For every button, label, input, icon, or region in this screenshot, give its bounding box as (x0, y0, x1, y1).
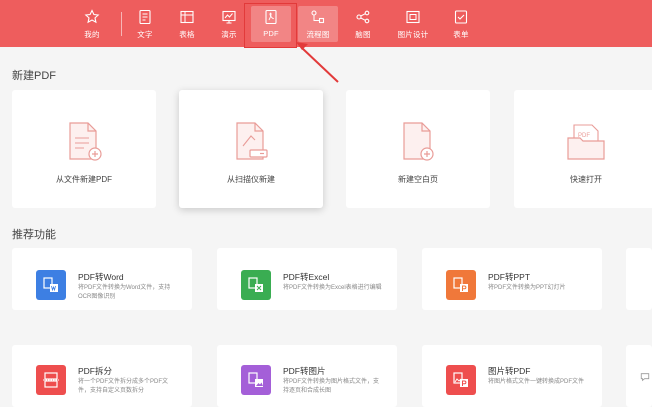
document-icon (139, 9, 151, 25)
feature-pdf-split[interactable]: PDF拆分 将一个PDF文件拆分成多个PDF文件，支持自定义页数拆分 (12, 345, 192, 407)
arrow-annotation (296, 42, 339, 83)
feature-title: 图片转PDF (488, 366, 531, 376)
pdf-to-ppt-icon (446, 270, 476, 300)
feature-title: PDF转Word (78, 272, 124, 282)
toolbar-item-label: 我的 (84, 30, 100, 39)
toolbar-item-mindmap[interactable]: 脑图 (343, 6, 383, 42)
card-label: 从扫描仪新建 (227, 175, 275, 184)
feature-pdf-to-ppt[interactable]: PDF转PPT 将PDF文件转换为PPT幻灯片 (422, 248, 602, 310)
feature-desc: 将图片格式文件一键转换成PDF文件 (488, 379, 585, 385)
card-label: 新建空白页 (398, 175, 438, 184)
feature-pdf-to-image[interactable]: PDF转图片 将PDF文件转换为图片格式文件，支持逐页和合成长图 (217, 345, 397, 407)
toolbar-item-label: 图片设计 (397, 30, 429, 39)
new-blank-page-card[interactable]: 新建空白页 (346, 90, 490, 208)
toolbar-item-slides[interactable]: 演示 (209, 6, 249, 42)
new-from-file-card[interactable]: 从文件新建PDF (12, 90, 156, 208)
feature-desc: 将PDF文件转换为Excel表格进行编辑 (283, 285, 382, 291)
toolbar-item-label: 表单 (453, 30, 469, 39)
toolbar-item-mine[interactable]: 我的 (72, 6, 112, 42)
pdf-folder-icon: PDF (567, 124, 605, 160)
pdf-split-icon (36, 365, 66, 395)
image-design-icon (406, 10, 420, 24)
feature-desc: 将一个PDF文件拆分成多个PDF文件，支持自定义页数拆分 (78, 379, 169, 394)
section-title-new-pdf: 新建PDF (12, 70, 56, 82)
section-title-recommended: 推荐功能 (12, 229, 56, 241)
feature-title: PDF转Excel (283, 272, 330, 282)
blank-page-plus-icon (403, 122, 434, 161)
new-from-scanner-card[interactable]: 从扫描仪新建 (179, 90, 323, 208)
quick-open-card[interactable]: PDF 快速打开 (514, 90, 652, 208)
file-plus-icon (69, 122, 102, 161)
card-label: 从文件新建PDF (56, 175, 112, 184)
feature-desc: 将PDF文件转换为PPT幻灯片 (488, 285, 566, 291)
feature-title: PDF转图片 (283, 366, 326, 376)
scanner-file-icon (236, 122, 268, 160)
feature-title: PDF转PPT (488, 272, 531, 282)
chat-icon[interactable] (638, 366, 652, 388)
pdf-to-excel-icon (241, 270, 271, 300)
toolbar-item-text[interactable]: 文字 (125, 6, 165, 42)
mindmap-icon (356, 10, 370, 24)
app-window: 我的 文字 表格 演示 PDF 流程图 脑图 图片设计 表单 新建PDF 从文件… (0, 0, 652, 407)
toolbar-item-sheet[interactable]: 表格 (167, 6, 207, 42)
pdf-to-image-icon (241, 365, 271, 395)
feature-pdf-to-word[interactable]: PDF转Word 将PDF文件转换为Word文件，支持OCR图像识别 (12, 248, 192, 310)
feature-desc: 将PDF文件转换为Word文件，支持OCR图像识别 (78, 285, 171, 300)
card-label: 快速打开 (570, 175, 602, 184)
flowchart-icon (311, 10, 325, 24)
toolbar-item-form[interactable]: 表单 (441, 6, 481, 42)
toolbar-item-image-design[interactable]: 图片设计 (391, 6, 435, 42)
toolbar-divider (121, 12, 122, 36)
presentation-icon (222, 10, 236, 24)
table-icon (180, 10, 194, 24)
toolbar-item-label: 表格 (179, 30, 195, 39)
feature-image-to-pdf[interactable]: 图片转PDF 将图片格式文件一键转换成PDF文件 (422, 345, 602, 407)
toolbar-item-label: 演示 (221, 30, 237, 39)
pdf-to-word-icon (36, 270, 66, 300)
star-icon (84, 9, 100, 24)
feature-card-partial[interactable] (626, 248, 652, 310)
feature-desc: 将PDF文件转换为图片格式文件，支持逐页和合成长图 (283, 379, 380, 394)
toolbar-item-label: 脑图 (355, 30, 371, 39)
image-to-pdf-icon (446, 365, 476, 395)
form-icon (454, 10, 468, 24)
feature-pdf-to-excel[interactable]: PDF转Excel 将PDF文件转换为Excel表格进行编辑 (217, 248, 397, 310)
toolbar-item-label: 文字 (137, 30, 153, 39)
feature-title: PDF拆分 (78, 366, 113, 376)
